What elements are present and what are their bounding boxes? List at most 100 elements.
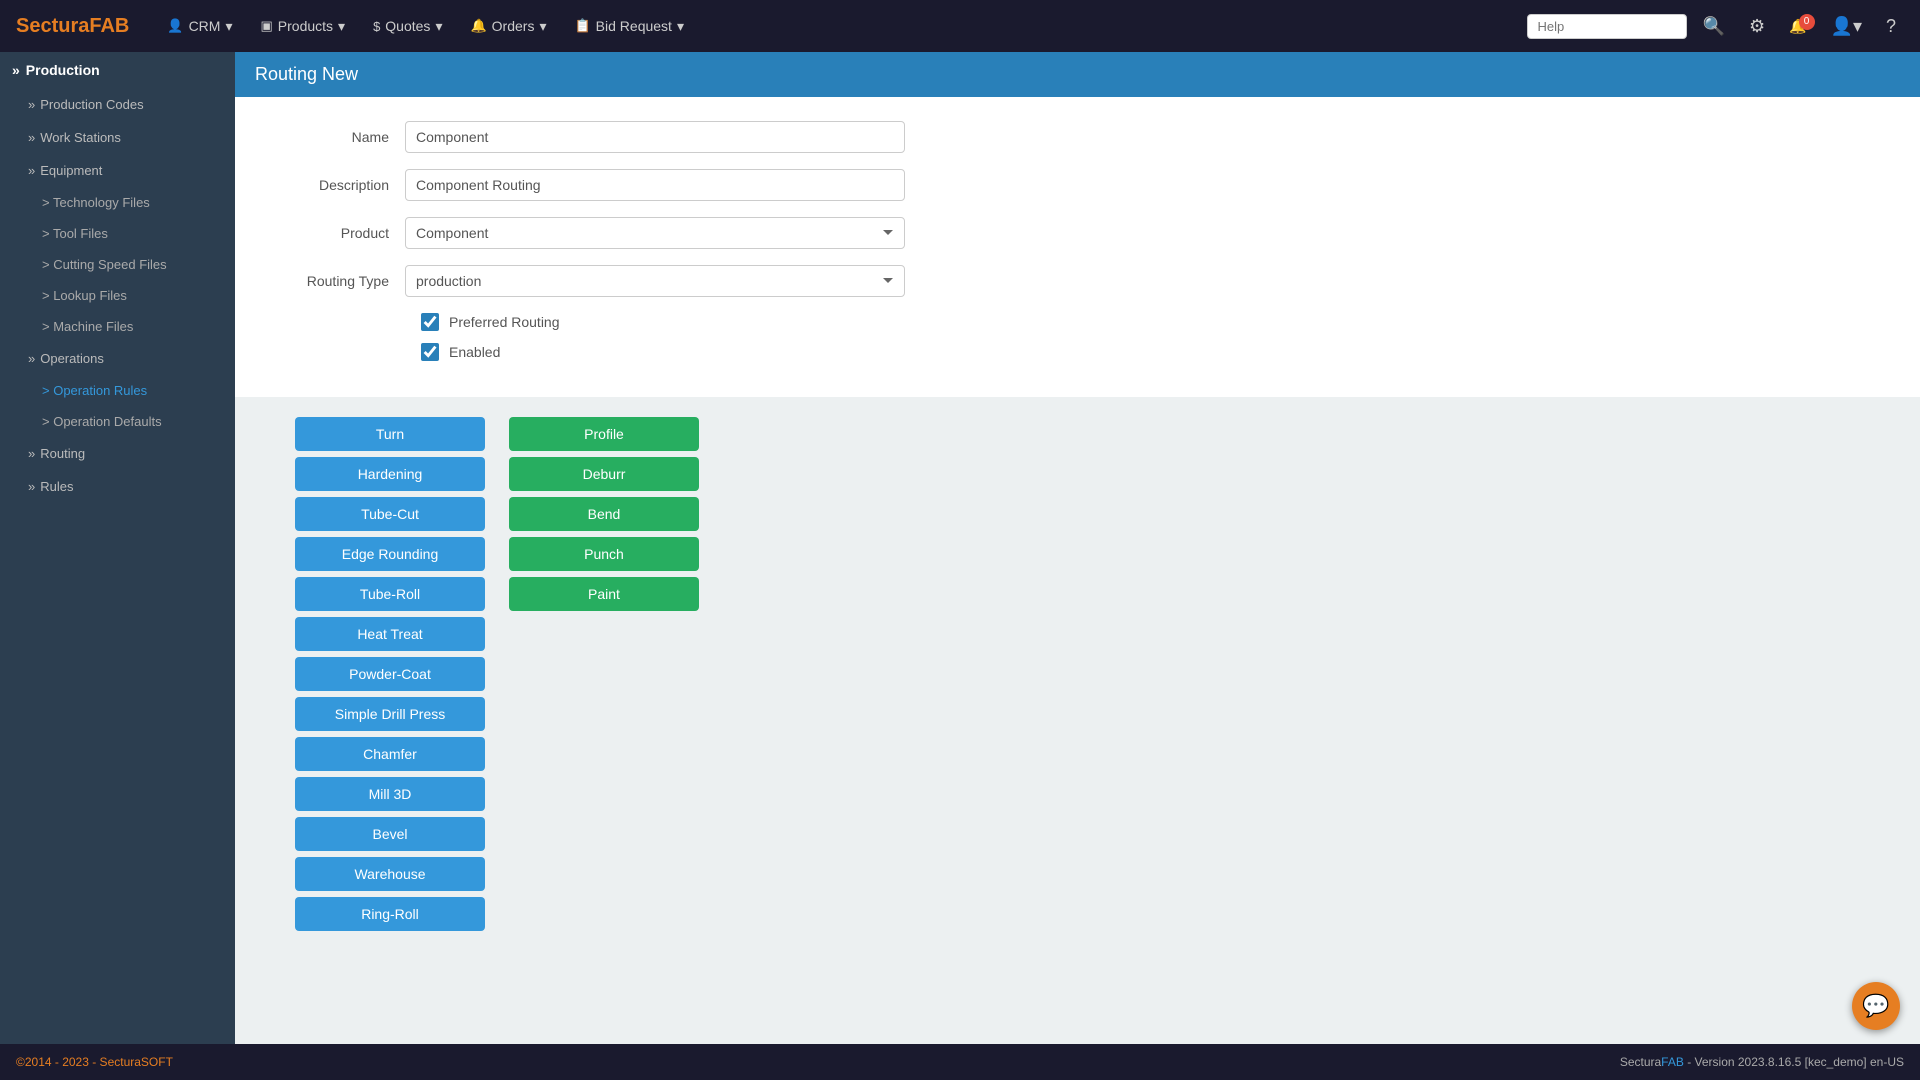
footer-left: ©2014 - 2023 - SecturaSOFT bbox=[16, 1055, 173, 1069]
btn-warehouse[interactable]: Warehouse bbox=[295, 857, 485, 891]
sidebar-item-production-codes[interactable]: » Production Codes bbox=[0, 88, 235, 121]
notification-badge: 0 bbox=[1799, 14, 1815, 30]
sidebar-item-operations[interactable]: » Operations bbox=[0, 342, 235, 375]
help-search-input[interactable] bbox=[1527, 14, 1687, 39]
nav-item-quotes[interactable]: $ Quotes ▾ bbox=[359, 0, 456, 52]
operations-grid: Turn Hardening Tube-Cut Edge Rounding Tu… bbox=[235, 397, 1920, 951]
enabled-checkbox[interactable] bbox=[421, 343, 439, 361]
sidebar-item-machine-files[interactable]: > Machine Files bbox=[0, 311, 235, 342]
content-area: Routing New Name Description Product Com… bbox=[235, 52, 1920, 1044]
sidebar-operations-label: Operations bbox=[40, 351, 104, 366]
brand-name-start: Sectura bbox=[16, 15, 89, 37]
cutting-speed-files-label: > Cutting Speed Files bbox=[42, 257, 167, 272]
btn-powder-coat[interactable]: Powder-Coat bbox=[295, 657, 485, 691]
notification-bell[interactable]: 🔔 0 bbox=[1781, 14, 1814, 39]
production-chevron-icon: » bbox=[12, 62, 20, 78]
btn-tube-cut[interactable]: Tube-Cut bbox=[295, 497, 485, 531]
operation-rules-label: > Operation Rules bbox=[42, 383, 147, 398]
footer-version-prefix: Sectura bbox=[1620, 1055, 1661, 1069]
nav-item-products[interactable]: ▣ Products ▾ bbox=[246, 0, 359, 52]
search-icon[interactable]: 🔍 bbox=[1695, 12, 1733, 41]
user-menu[interactable]: 👤▾ bbox=[1823, 12, 1870, 41]
name-row: Name bbox=[275, 121, 1880, 153]
help-icon[interactable]: ? bbox=[1878, 12, 1904, 41]
btn-hardening[interactable]: Hardening bbox=[295, 457, 485, 491]
sidebar-item-operation-rules[interactable]: > Operation Rules bbox=[0, 375, 235, 406]
name-label: Name bbox=[275, 129, 405, 145]
quotes-icon: $ bbox=[373, 19, 380, 34]
routing-type-select[interactable]: production bbox=[405, 265, 905, 297]
nav-products-label: Products bbox=[278, 18, 333, 34]
enabled-label: Enabled bbox=[449, 344, 500, 360]
navbar: SecturaFAB 👤 CRM ▾ ▣ Products ▾ $ Quotes… bbox=[0, 0, 1920, 52]
footer-copyright: ©2014 - 2023 - Sectura bbox=[16, 1055, 141, 1069]
btn-bevel[interactable]: Bevel bbox=[295, 817, 485, 851]
brand-logo[interactable]: SecturaFAB bbox=[16, 15, 129, 38]
preferred-routing-row: Preferred Routing bbox=[275, 313, 1880, 331]
bid-request-dropdown-icon: ▾ bbox=[677, 18, 684, 35]
technology-files-label: > Technology Files bbox=[42, 195, 150, 210]
btn-tube-roll[interactable]: Tube-Roll bbox=[295, 577, 485, 611]
btn-ring-roll[interactable]: Ring-Roll bbox=[295, 897, 485, 931]
nav-right: 🔍 ⚙ 🔔 0 👤▾ ? bbox=[1527, 12, 1904, 41]
gear-icon[interactable]: ⚙ bbox=[1741, 12, 1773, 41]
name-input[interactable] bbox=[405, 121, 905, 153]
sidebar-item-lookup-files[interactable]: > Lookup Files bbox=[0, 280, 235, 311]
sidebar-item-routing[interactable]: » Routing bbox=[0, 437, 235, 470]
page-header: Routing New bbox=[235, 52, 1920, 97]
btn-edge-rounding[interactable]: Edge Rounding bbox=[295, 537, 485, 571]
blue-buttons-column: Turn Hardening Tube-Cut Edge Rounding Tu… bbox=[295, 417, 485, 931]
btn-punch[interactable]: Punch bbox=[509, 537, 699, 571]
product-row: Product Component bbox=[275, 217, 1880, 249]
sidebar-item-cutting-speed-files[interactable]: > Cutting Speed Files bbox=[0, 249, 235, 280]
preferred-routing-checkbox[interactable] bbox=[421, 313, 439, 331]
page-title: Routing New bbox=[255, 64, 358, 84]
footer-version-brand: FAB bbox=[1661, 1055, 1684, 1069]
footer-right: SecturaFAB - Version 2023.8.16.5 [kec_de… bbox=[1620, 1055, 1904, 1069]
production-codes-chevron: » bbox=[28, 97, 35, 112]
routing-type-row: Routing Type production bbox=[275, 265, 1880, 297]
nav-crm-label: CRM bbox=[189, 18, 221, 34]
operations-chevron: » bbox=[28, 351, 35, 366]
sidebar-item-operation-defaults[interactable]: > Operation Defaults bbox=[0, 406, 235, 437]
green-buttons-column: Profile Deburr Bend Punch Paint bbox=[509, 417, 699, 931]
routing-type-label: Routing Type bbox=[275, 273, 405, 289]
btn-bend[interactable]: Bend bbox=[509, 497, 699, 531]
rules-chevron: » bbox=[28, 479, 35, 494]
btn-chamfer[interactable]: Chamfer bbox=[295, 737, 485, 771]
enabled-row: Enabled bbox=[275, 343, 1880, 361]
sidebar-item-rules[interactable]: » Rules bbox=[0, 470, 235, 503]
products-dropdown-icon: ▾ bbox=[338, 18, 345, 35]
btn-simple-drill-press[interactable]: Simple Drill Press bbox=[295, 697, 485, 731]
sidebar-item-equipment[interactable]: » Equipment bbox=[0, 154, 235, 187]
orders-icon: 🔔 bbox=[470, 18, 486, 34]
btn-paint[interactable]: Paint bbox=[509, 577, 699, 611]
nav-item-crm[interactable]: 👤 CRM ▾ bbox=[153, 0, 246, 52]
btn-heat-treat[interactable]: Heat Treat bbox=[295, 617, 485, 651]
equipment-chevron: » bbox=[28, 163, 35, 178]
products-icon: ▣ bbox=[260, 18, 272, 34]
btn-mill-3d[interactable]: Mill 3D bbox=[295, 777, 485, 811]
nav-item-bid-request[interactable]: 📋 Bid Request ▾ bbox=[560, 0, 698, 52]
machine-files-label: > Machine Files bbox=[42, 319, 133, 334]
orders-dropdown-icon: ▾ bbox=[539, 18, 546, 35]
btn-deburr[interactable]: Deburr bbox=[509, 457, 699, 491]
bid-request-icon: 📋 bbox=[574, 18, 590, 34]
btn-turn[interactable]: Turn bbox=[295, 417, 485, 451]
sidebar-work-stations-label: Work Stations bbox=[40, 130, 121, 145]
nav-item-orders[interactable]: 🔔 Orders ▾ bbox=[456, 0, 560, 52]
sidebar-item-technology-files[interactable]: > Technology Files bbox=[0, 187, 235, 218]
sidebar-routing-label: Routing bbox=[40, 446, 85, 461]
footer-brand-soft: SOFT bbox=[141, 1055, 173, 1069]
description-input[interactable] bbox=[405, 169, 905, 201]
sidebar-item-tool-files[interactable]: > Tool Files bbox=[0, 218, 235, 249]
btn-profile[interactable]: Profile bbox=[509, 417, 699, 451]
sidebar-equipment-label: Equipment bbox=[40, 163, 102, 178]
product-select[interactable]: Component bbox=[405, 217, 905, 249]
nav-quotes-label: Quotes bbox=[385, 18, 430, 34]
sidebar-item-work-stations[interactable]: » Work Stations bbox=[0, 121, 235, 154]
sidebar-production-header[interactable]: » Production bbox=[0, 52, 235, 88]
chat-icon: 💬 bbox=[1862, 993, 1889, 1019]
chat-button[interactable]: 💬 bbox=[1852, 982, 1900, 1030]
product-label: Product bbox=[275, 225, 405, 241]
